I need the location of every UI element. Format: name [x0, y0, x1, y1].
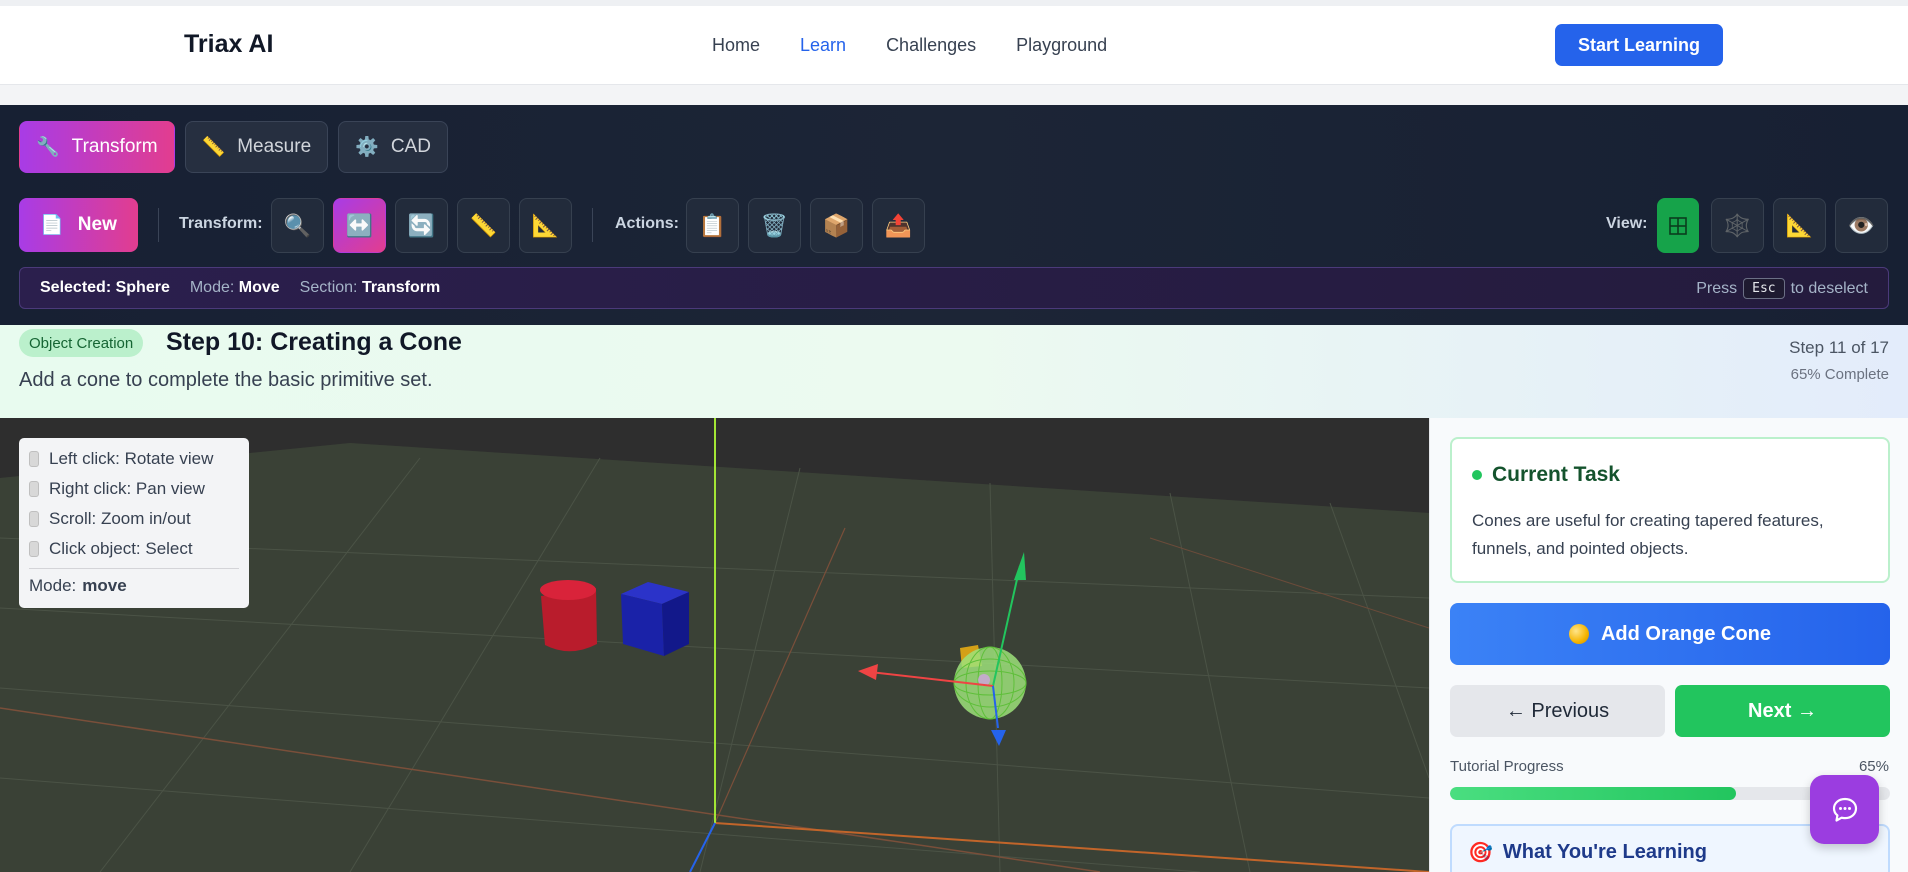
- delete-button[interactable]: 🗑️: [748, 198, 801, 253]
- mouse-icon: [29, 481, 39, 497]
- mouse-icon: [29, 451, 39, 467]
- ruler-tool-button[interactable]: 📏: [457, 198, 510, 253]
- gear-icon: ⚙️: [355, 137, 379, 158]
- chat-button[interactable]: [1810, 775, 1879, 844]
- add-cone-label: Add Orange Cone: [1600, 622, 1771, 645]
- mouse-icon: [29, 541, 39, 557]
- divider: [158, 208, 159, 242]
- progress-fill: [1450, 787, 1736, 800]
- add-orange-cone-button[interactable]: Add Orange Cone: [1450, 603, 1890, 665]
- start-learning-button[interactable]: Start Learning: [1555, 24, 1723, 66]
- tab-transform-label: Transform: [71, 136, 158, 157]
- new-button-label: New: [77, 214, 117, 235]
- angle-tool-button[interactable]: 📐: [519, 198, 572, 253]
- select-icon: 🔍: [283, 212, 312, 238]
- export-button[interactable]: 📤: [872, 198, 925, 253]
- trash-icon: 🗑️: [760, 212, 789, 238]
- viewport-mode: Mode: move: [29, 568, 239, 602]
- 3d-viewport[interactable]: Left click: Rotate view Right click: Pan…: [0, 418, 1429, 872]
- clipboard-icon: 📋: [698, 212, 727, 238]
- controls-help-overlay: Left click: Rotate view Right click: Pan…: [19, 438, 249, 608]
- new-button[interactable]: 📄 New: [19, 198, 138, 252]
- visibility-view-button[interactable]: 👁️: [1835, 198, 1888, 253]
- previous-button[interactable]: ← Previous: [1450, 685, 1665, 737]
- select-tool-button[interactable]: 🔍: [271, 198, 324, 253]
- move-icon: ↔️: [345, 212, 374, 238]
- move-tool-button[interactable]: ↔️: [333, 198, 386, 253]
- current-task-card: Current Task Cones are useful for creati…: [1450, 437, 1890, 583]
- nav-challenges[interactable]: Challenges: [886, 35, 976, 56]
- next-button[interactable]: Next →: [1675, 685, 1890, 737]
- step-category-badge: Object Creation: [19, 329, 144, 357]
- step-description: Add a cone to complete the basic primiti…: [19, 369, 433, 391]
- help-left-click: Left click: Rotate view: [49, 449, 214, 468]
- nav-playground[interactable]: Playground: [1016, 35, 1107, 56]
- angle-icon: 📐: [531, 212, 560, 238]
- progress-percent: 65%: [1858, 758, 1889, 775]
- top-navbar: Triax AI Home Learn Challenges Playgroun…: [0, 0, 1908, 85]
- red-cylinder[interactable]: [540, 580, 597, 652]
- main-nav: Home Learn Challenges Playground: [712, 35, 1107, 56]
- wireframe-view-button[interactable]: 🕸️: [1711, 198, 1764, 253]
- deselect-hint: to deselect: [1790, 279, 1868, 297]
- step-banner: Object Creation Step 10: Creating a Cone…: [0, 325, 1908, 418]
- eye-icon: 👁️: [1847, 212, 1876, 238]
- editor-toolbar: 🔧 Transform 📏 Measure ⚙️ CAD 📄 New Trans…: [0, 105, 1908, 325]
- nav-home[interactable]: Home: [712, 35, 760, 56]
- task-description: Cones are useful for creating tapered fe…: [1472, 511, 1824, 558]
- tab-cad-label: CAD: [390, 136, 431, 157]
- learning-title: What You're Learning: [1502, 841, 1707, 863]
- rotate-icon: 🔄: [407, 212, 436, 238]
- help-scroll: Scroll: Zoom in/out: [49, 509, 191, 528]
- task-title: Current Task: [1492, 463, 1620, 486]
- selected-status: Selected: Sphere: [40, 279, 170, 296]
- wireframe-icon: 🕸️: [1723, 212, 1752, 238]
- tab-cad[interactable]: ⚙️ CAD: [338, 121, 448, 173]
- press-hint: Press: [1696, 279, 1738, 297]
- section-tabs: 🔧 Transform 📏 Measure ⚙️ CAD: [19, 121, 448, 173]
- ruler-icon: 📏: [201, 137, 226, 158]
- tab-measure-label: Measure: [237, 136, 312, 157]
- esc-key: Esc: [1743, 278, 1785, 299]
- copy-button[interactable]: 📋: [686, 198, 739, 253]
- help-click-object: Click object: Select: [49, 539, 193, 558]
- grid-icon: [1669, 216, 1687, 235]
- package-icon: 📦: [822, 212, 851, 238]
- transform-tools-label: Transform:: [179, 215, 263, 232]
- status-dot-icon: [1472, 470, 1482, 480]
- ruler-icon: 📏: [469, 212, 498, 238]
- selected-object-name: Sphere: [115, 279, 170, 296]
- export-icon: 📤: [884, 212, 913, 238]
- mouse-icon: [29, 511, 39, 527]
- selection-status-bar: Selected: Sphere Mode: Move Section: Tra…: [19, 267, 1889, 309]
- rotate-tool-button[interactable]: 🔄: [395, 198, 448, 253]
- view-label: View:: [1606, 215, 1648, 232]
- step-counter: Step 11 of 17: [1789, 338, 1889, 357]
- brand-logo[interactable]: Triax AI: [184, 30, 273, 59]
- package-button[interactable]: 📦: [810, 198, 863, 253]
- help-right-click: Right click: Pan view: [49, 479, 205, 498]
- target-icon: 🎯: [1468, 842, 1493, 864]
- document-icon: 📄: [40, 215, 64, 236]
- tab-measure[interactable]: 📏 Measure: [184, 121, 329, 173]
- section-status: Section: Transform: [299, 279, 441, 296]
- blue-cube[interactable]: [621, 582, 689, 656]
- angle-icon: 📐: [1785, 212, 1814, 238]
- step-title: Step 10: Creating a Cone: [166, 328, 462, 356]
- tab-transform[interactable]: 🔧 Transform: [19, 121, 175, 173]
- nav-learn[interactable]: Learn: [800, 35, 846, 56]
- tool-row: 📄 New Transform: 🔍 ↔️ 🔄 📏 📐 Actions: 📋 🗑…: [19, 196, 1889, 254]
- orange-circle-icon: [1568, 624, 1589, 644]
- divider: [592, 208, 593, 242]
- chat-bubble-icon: [1832, 797, 1857, 822]
- step-completion: 65% Complete: [1790, 366, 1889, 383]
- mode-status: Mode: Move: [189, 279, 280, 296]
- measure-view-button[interactable]: 📐: [1773, 198, 1826, 253]
- grid-view-button[interactable]: [1657, 198, 1699, 253]
- progress-label: Tutorial Progress: [1450, 758, 1564, 775]
- actions-label: Actions:: [615, 215, 679, 232]
- wrench-icon: 🔧: [36, 137, 60, 158]
